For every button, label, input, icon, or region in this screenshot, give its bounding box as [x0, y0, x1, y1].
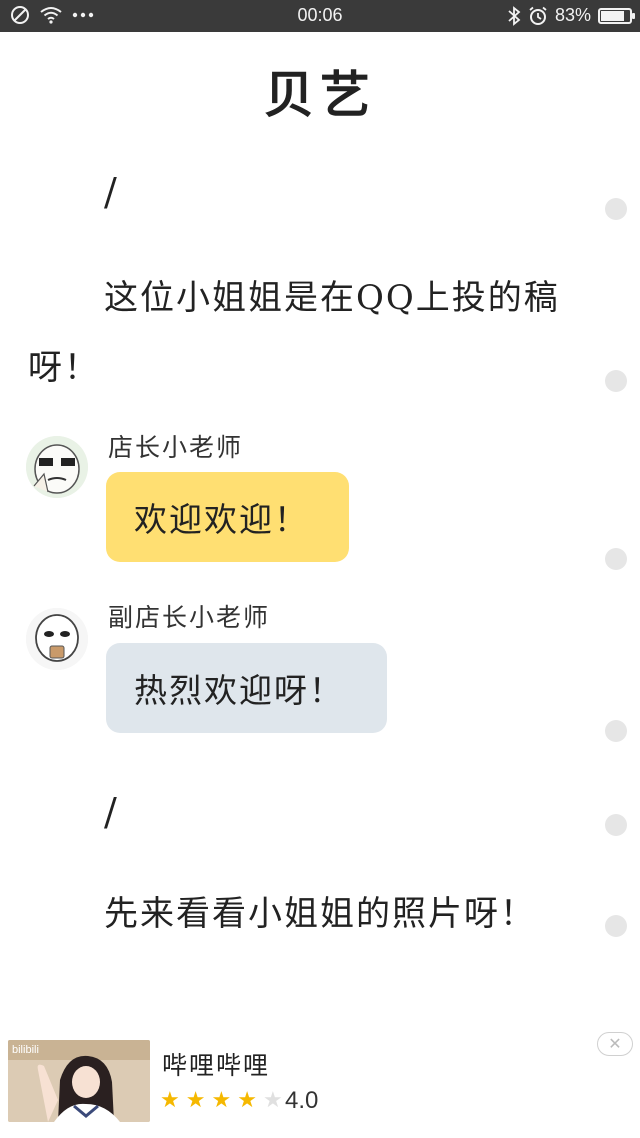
- speaker-name: 店长小老师: [108, 433, 244, 462]
- paragraph-line: 呀！: [28, 348, 100, 388]
- separator-slash: /: [104, 790, 117, 834]
- meme-face-icon: [26, 436, 88, 498]
- close-ad-button[interactable]: ✕: [597, 1032, 633, 1056]
- paragraph-line: 这位小姐姐是在QQ上投的稿: [104, 278, 560, 318]
- star-rating: ★ ★ ★ ★ ★: [160, 1088, 283, 1113]
- scroll-dot[interactable]: [605, 814, 627, 836]
- status-right: 83%: [507, 5, 635, 26]
- bluetooth-icon: [508, 5, 521, 26]
- scroll-dot[interactable]: [605, 915, 627, 937]
- battery-percent: 83%: [554, 5, 591, 25]
- avatar: [26, 436, 88, 498]
- ad-thumbnail[interactable]: bilibili: [8, 1040, 150, 1122]
- separator-slash: /: [104, 170, 117, 214]
- star-filled-icon: ★: [211, 1088, 232, 1113]
- star-filled-icon: ★: [237, 1088, 257, 1113]
- battery-fill: [601, 10, 624, 21]
- chat-message: 欢迎欢迎！: [134, 500, 309, 539]
- star-filled-icon: ★: [185, 1088, 206, 1113]
- avatar: [26, 608, 88, 670]
- page-title: 贝艺: [264, 65, 376, 124]
- paragraph-line: 先来看看小姐姐的照片呀！: [104, 894, 536, 934]
- scroll-dot[interactable]: [605, 548, 627, 570]
- star-empty-icon: ★: [262, 1088, 283, 1113]
- ad-app-name[interactable]: 哔哩哔哩: [162, 1046, 270, 1082]
- chat-bubble: 欢迎欢迎！: [106, 472, 349, 562]
- ad-brand-tag: bilibili: [12, 1044, 39, 1056]
- alarm-icon: [529, 6, 547, 25]
- chat-bubble: 热烈欢迎呀！: [106, 643, 387, 733]
- scroll-dot[interactable]: [605, 720, 627, 742]
- star-filled-icon: ★: [160, 1088, 180, 1113]
- ad-banner[interactable]: bilibili 哔哩哔哩 ★ ★ ★ ★ ★ 4.0 ✕: [0, 1030, 640, 1138]
- status-bar: 00:06 83%: [0, 0, 640, 32]
- chat-message: 热烈欢迎呀！: [134, 671, 344, 710]
- battery-icon: [598, 7, 635, 24]
- scroll-dot[interactable]: [605, 198, 627, 220]
- meme-face-icon: [26, 608, 88, 670]
- scroll-dot[interactable]: [605, 370, 627, 392]
- ad-rating-value: 4.0: [285, 1087, 319, 1114]
- speaker-name: 副店长小老师: [108, 603, 271, 632]
